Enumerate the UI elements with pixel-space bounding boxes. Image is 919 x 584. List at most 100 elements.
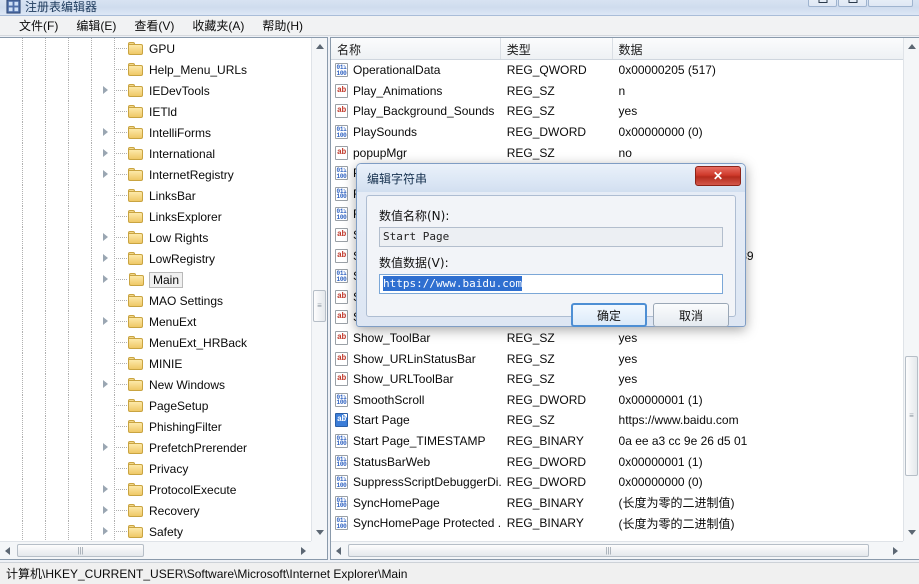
dialog-close-button[interactable]: ✕ (695, 166, 741, 186)
tree-guide-lines (0, 227, 128, 248)
tree-hscroll-right-arrow[interactable] (301, 547, 306, 555)
value-name-text: Show_URLToolBar (353, 372, 454, 387)
table-row[interactable]: ab popupMgr REG_SZ no (331, 142, 903, 163)
table-row[interactable]: ab Start Page REG_SZ https://www.baidu.com (331, 410, 903, 431)
close-button[interactable]: ✕ (868, 0, 913, 7)
list-scroll-up-arrow[interactable] (908, 44, 916, 49)
tree-hscroll-thumb[interactable]: ||| (17, 544, 144, 557)
expand-triangle-icon[interactable] (103, 149, 108, 157)
tree-scroll-down-arrow[interactable] (316, 530, 324, 535)
table-row[interactable]: 011 100 PlaySounds REG_DWORD 0x00000000 (0) (331, 122, 903, 143)
menu-item-favorites[interactable]: 收藏夹(A) (183, 15, 253, 36)
table-row[interactable]: 011 100 OperationalData REG_QWORD 0x00000205… (331, 60, 903, 81)
tree-hscroll-left-arrow[interactable] (5, 547, 10, 555)
ok-button[interactable]: 确定 (571, 303, 647, 327)
tree-item-phishingfilter[interactable]: PhishingFilter (0, 416, 311, 437)
registry-tree[interactable]: GPU Help_Menu_URLs IEDevTools IETld IntelliF… (0, 38, 311, 541)
tree-item-new-windows[interactable]: New Windows (0, 374, 311, 395)
tree-item-prefetchprerender[interactable]: PrefetchPrerender (0, 437, 311, 458)
table-row[interactable]: 011 100 SyncHomePage Protected ... REG_BINA… (331, 513, 903, 534)
list-vertical-scrollbar[interactable]: ≡ (903, 38, 919, 541)
tree-item-safety[interactable]: Safety (0, 521, 311, 541)
list-hscroll-left-arrow[interactable] (336, 547, 341, 555)
cancel-button[interactable]: 取消 (653, 303, 729, 327)
list-hscroll-thumb[interactable]: ||| (348, 544, 869, 557)
table-row[interactable]: ab Play_Animations REG_SZ n (331, 81, 903, 102)
expand-triangle-icon[interactable] (103, 86, 108, 94)
menu-item-file[interactable]: 文件(F) (10, 15, 67, 36)
tree-item-mao-settings[interactable]: MAO Settings (0, 290, 311, 311)
value-data-input[interactable]: https://www.baidu.com (379, 274, 723, 294)
tree-item-help-menu-urls[interactable]: Help_Menu_URLs (0, 59, 311, 80)
tree-item-menuext[interactable]: MenuExt (0, 311, 311, 332)
minimize-button[interactable] (808, 0, 837, 7)
table-row[interactable]: ab Play_Background_Sounds REG_SZ yes (331, 101, 903, 122)
list-scroll-thumb[interactable]: ≡ (905, 356, 918, 476)
table-row[interactable]: 011 100 Start Page_TIMESTAMP REG_BINARY 0a e… (331, 431, 903, 452)
tree-scroll-thumb[interactable]: ≡ (313, 290, 326, 322)
table-row[interactable]: 011 100 StatusBarWeb REG_DWORD 0x00000001 (1… (331, 451, 903, 472)
expand-triangle-icon[interactable] (103, 128, 108, 136)
value-name-cell: 011 100 SyncHomePage (331, 495, 501, 510)
tree-item-recovery[interactable]: Recovery (0, 500, 311, 521)
expand-triangle-icon[interactable] (103, 317, 108, 325)
value-name-text: StatusBarWeb (353, 454, 431, 469)
tree-item-iedevtools[interactable]: IEDevTools (0, 80, 311, 101)
expand-triangle-icon[interactable] (103, 275, 108, 283)
expand-triangle-icon[interactable] (103, 254, 108, 262)
table-row[interactable]: ab Show_ToolBar REG_SZ yes (331, 328, 903, 349)
dialog-title-bar: 编辑字符串 ✕ (357, 164, 745, 192)
value-name-text: SmoothScroll (353, 392, 425, 407)
expand-triangle-icon[interactable] (103, 380, 108, 388)
table-row[interactable]: ab Show_URLToolBar REG_SZ yes (331, 369, 903, 390)
menu-item-view[interactable]: 查看(V) (125, 15, 183, 36)
column-header-type[interactable]: 类型 (501, 38, 613, 59)
expand-triangle-icon[interactable] (103, 485, 108, 493)
tree-elbow-line (114, 258, 127, 259)
tree-item-intelliforms[interactable]: IntelliForms (0, 122, 311, 143)
list-scroll-down-arrow[interactable] (908, 530, 916, 535)
tree-item-international[interactable]: International (0, 143, 311, 164)
tree-item-linksexplorer[interactable]: LinksExplorer (0, 206, 311, 227)
tree-item-lowregistry[interactable]: LowRegistry (0, 248, 311, 269)
tree-scroll-up-arrow[interactable] (316, 44, 324, 49)
tree-item-protocolexecute[interactable]: ProtocolExecute (0, 479, 311, 500)
column-header-name[interactable]: 名称 (331, 38, 501, 59)
tree-vertical-scrollbar[interactable]: ≡ (311, 38, 327, 541)
expand-triangle-icon[interactable] (103, 443, 108, 451)
tree-elbow-line (114, 300, 127, 301)
tree-item-internetregistry[interactable]: InternetRegistry (0, 164, 311, 185)
tree-item-low-rights[interactable]: Low Rights (0, 227, 311, 248)
folder-icon (128, 356, 144, 371)
value-type-cell: REG_DWORD (506, 392, 587, 407)
table-row[interactable]: 011 100 SmoothScroll REG_DWORD 0x00000001 (1… (331, 390, 903, 411)
expand-triangle-icon[interactable] (103, 527, 108, 535)
expand-triangle-icon[interactable] (103, 233, 108, 241)
tree-item-main[interactable]: Main (0, 269, 311, 290)
table-row[interactable]: ab Show_URLinStatusBar REG_SZ yes (331, 348, 903, 369)
tree-item-pagesetup[interactable]: PageSetup (0, 395, 311, 416)
window-title: 注册表编辑器 (25, 0, 98, 14)
value-name-text: Start Page_TIMESTAMP (353, 433, 486, 448)
table-row[interactable]: 011 100 SyncHomePage REG_BINARY (长度为零的二进制值) (331, 492, 903, 513)
tree-item-linksbar[interactable]: LinksBar (0, 185, 311, 206)
list-horizontal-scrollbar[interactable]: ||| (331, 541, 903, 559)
binary-value-icon: 011 100 (335, 475, 348, 490)
tree-item-gpu[interactable]: GPU (0, 38, 311, 59)
table-row[interactable]: 011 100 SuppressScriptDebuggerDi... REG_DWO… (331, 472, 903, 493)
value-type-cell: REG_SZ (506, 351, 555, 366)
binary-value-icon: 011 100 (335, 166, 348, 181)
expand-triangle-icon[interactable] (103, 506, 108, 514)
list-hscroll-right-arrow[interactable] (893, 547, 898, 555)
tree-item-ietld[interactable]: IETld (0, 101, 311, 122)
column-header-data[interactable]: 数据 (613, 38, 903, 59)
tree-item-privacy[interactable]: Privacy (0, 458, 311, 479)
value-name-input[interactable]: Start Page (379, 227, 723, 247)
maximize-button[interactable] (838, 0, 867, 7)
tree-item-minie[interactable]: MINIE (0, 353, 311, 374)
menu-item-help[interactable]: 帮助(H) (253, 15, 312, 36)
expand-triangle-icon[interactable] (103, 170, 108, 178)
tree-item-menuext-hrback[interactable]: MenuExt_HRBack (0, 332, 311, 353)
tree-horizontal-scrollbar[interactable]: ||| (0, 541, 311, 559)
menu-item-edit[interactable]: 编辑(E) (67, 15, 125, 36)
